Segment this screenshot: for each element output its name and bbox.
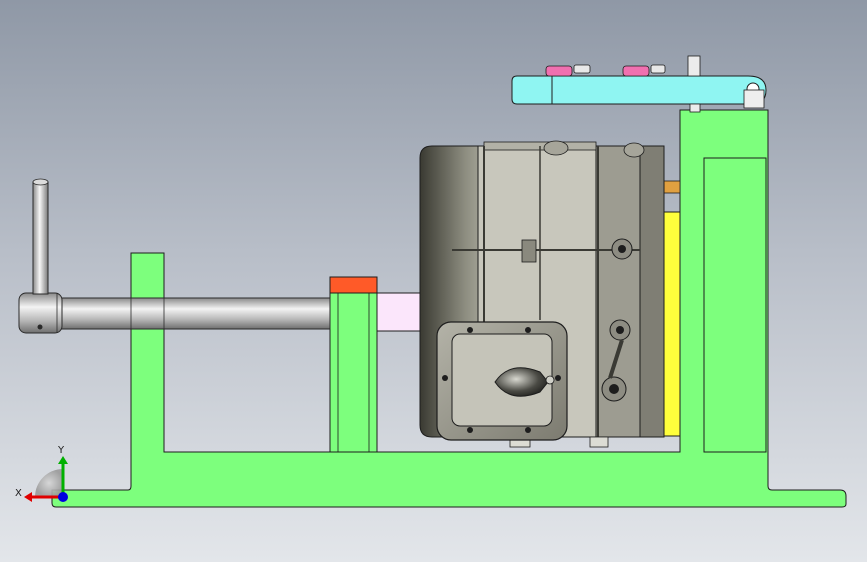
z-axis-dot: [58, 492, 68, 502]
cad-viewport[interactable]: Y X: [0, 0, 867, 562]
pusher-support[interactable]: [329, 291, 378, 453]
clamp-pad[interactable]: [329, 276, 378, 294]
handle-hub[interactable]: [18, 292, 63, 334]
x-axis-label: X: [15, 488, 22, 499]
locating-pin[interactable]: [662, 180, 681, 194]
assembly-drawing: Y X: [15, 55, 847, 508]
coordinate-triad: Y X: [15, 445, 68, 502]
handle-rod[interactable]: [32, 178, 49, 295]
lead-screw[interactable]: [57, 297, 331, 330]
side-plate[interactable]: [663, 211, 681, 437]
y-axis-label: Y: [57, 445, 65, 456]
top-clamp-plate[interactable]: [511, 75, 767, 109]
